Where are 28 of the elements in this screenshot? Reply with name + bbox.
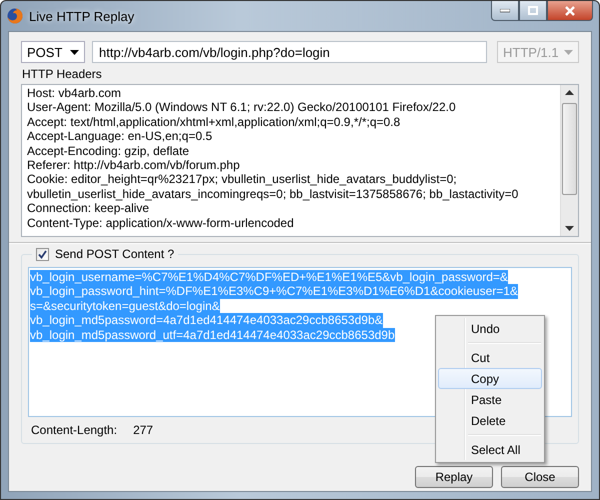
scroll-down-icon[interactable] [565, 225, 574, 231]
menu-item[interactable]: Undo [438, 318, 542, 339]
headers-label: HTTP Headers [22, 67, 103, 81]
headers-textarea[interactable]: Host: vb4arb.com User-Agent: Mozilla/5.0 (Windows NT 6.1; rv:22.0) Gecko/20100101 Firefox/22.0 Accept: text/html,application/xhtml+xml,application/xml;q=0.9,*/*;q=0.8 Accept-Language: en-US,en;q=0.5 Accept-Encoding: gzip, deflate Referer: http://vb4arb.com/vb/forum.php Cookie: editor_height=qr%23217px; vbulletin_userlist_hide_avatars_buddylist=0; vbulletin_userlist_hide_avatars_incomingreqs=0; bb_lastvisit=1375858676; bb_lastactivity=0 Connection: keep-alive Content-Type: application/x-www-form-urlencoded [21, 84, 579, 237]
firefox-icon [7, 8, 23, 24]
menu-item[interactable]: Paste [438, 389, 542, 410]
url-field[interactable]: http://vb4arb.com/vb/login.php?do=login [92, 41, 487, 63]
menu-item[interactable]: Select All [438, 439, 542, 460]
maximize-button[interactable] [519, 1, 547, 21]
send-post-label: Send POST Content ? [55, 247, 174, 261]
content-length-value: 277 [133, 423, 154, 437]
menu-item[interactable]: Cut [438, 347, 542, 368]
checkbox[interactable] [36, 248, 49, 260]
maximize-icon [528, 6, 538, 15]
menu-item[interactable]: Copy [438, 368, 542, 389]
content-length-label: Content-Length: [31, 423, 118, 437]
scrollbar[interactable] [560, 85, 578, 236]
close-icon [564, 6, 576, 16]
method-dropdown[interactable]: POST [21, 41, 85, 63]
dialog-button[interactable]: Replay [415, 466, 493, 488]
close-button[interactable] [547, 1, 593, 21]
minimize-button[interactable] [491, 1, 519, 21]
window-title: Live HTTP Replay [29, 8, 134, 24]
dialog-button[interactable]: Close [501, 466, 579, 488]
scroll-up-icon[interactable] [565, 90, 574, 96]
minimize-icon [500, 8, 510, 12]
caret-icon [564, 50, 573, 54]
caret-icon [70, 50, 79, 54]
